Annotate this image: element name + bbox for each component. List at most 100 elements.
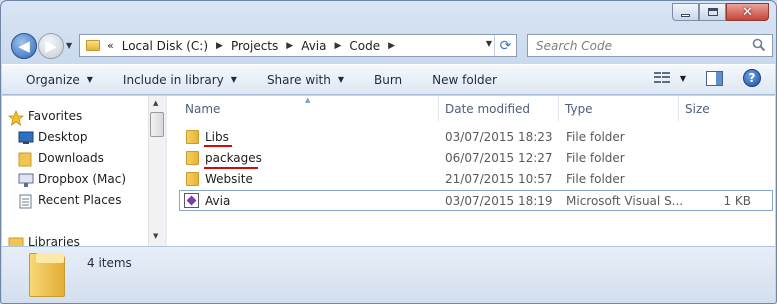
command-bar: Organize ▼ Include in library ▼ Share wi… xyxy=(2,64,775,95)
red-underline-annotation xyxy=(204,145,232,147)
nav-item-desktop[interactable]: Desktop xyxy=(18,130,88,144)
chevron-down-icon: ▼ xyxy=(230,75,237,84)
nav-item-label: Downloads xyxy=(38,151,104,165)
new-folder-label: New folder xyxy=(432,72,497,87)
share-with-button[interactable]: Share with ▼ xyxy=(267,68,344,92)
column-header-name[interactable]: Name xyxy=(167,96,439,121)
help-icon[interactable]: ? xyxy=(743,69,761,87)
refresh-icon: ⟳ xyxy=(499,37,512,54)
change-view-icon[interactable] xyxy=(653,72,670,84)
share-with-label: Share with xyxy=(266,72,331,87)
file-size: 1 KB xyxy=(723,194,751,208)
file-name: Avia xyxy=(205,194,231,208)
file-name: packages xyxy=(205,151,262,165)
breadcrumb-code[interactable]: Code xyxy=(349,39,380,53)
close-icon: ✕ xyxy=(742,4,753,20)
desktop-icon xyxy=(18,131,34,144)
forward-button[interactable]: ▶ xyxy=(38,33,64,59)
explorer-window: ✕ ◀ ▶ ▼ « Local Disk (C:) ▶ Projects ▶ A… xyxy=(0,0,777,304)
minimize-button[interactable] xyxy=(672,3,699,21)
file-name: Website xyxy=(205,172,253,186)
overflow-chevron-icon[interactable]: « xyxy=(107,39,114,52)
preview-pane-icon[interactable] xyxy=(706,70,723,86)
include-in-library-label: Include in library xyxy=(122,72,224,87)
search-box[interactable] xyxy=(527,34,773,57)
organize-button[interactable]: Organize ▼ xyxy=(26,68,93,92)
column-header-label: Name xyxy=(185,101,221,116)
maximize-icon xyxy=(707,8,718,16)
file-row[interactable]: packages 06/07/2015 12:27 File folder xyxy=(179,148,773,169)
nav-item-label: Desktop xyxy=(38,130,88,144)
folder-icon xyxy=(186,172,199,186)
downloads-folder-icon xyxy=(18,152,32,167)
view-options-dropdown[interactable]: ▼ xyxy=(680,74,686,83)
file-row[interactable]: Avia 03/07/2015 18:19 Microsoft Visual S… xyxy=(179,190,773,211)
column-header-label: Size xyxy=(685,101,710,116)
details-pane: 4 items xyxy=(2,246,775,303)
column-header-date-modified[interactable]: Date modified xyxy=(439,96,559,121)
burn-label: Burn xyxy=(374,72,403,87)
breadcrumb-local-disk[interactable]: Local Disk (C:) xyxy=(122,39,208,53)
breadcrumb-separator-icon[interactable]: ▶ xyxy=(216,41,223,51)
chevron-down-icon: ▼ xyxy=(337,75,344,84)
nav-item-label: Dropbox (Mac) xyxy=(38,172,127,186)
scroll-up-icon[interactable]: ▲ xyxy=(153,99,158,107)
maximize-button[interactable] xyxy=(699,3,726,21)
nav-favorites-label: Favorites xyxy=(28,109,83,123)
nav-favorites[interactable]: Favorites xyxy=(8,109,83,126)
breadcrumb-separator-icon[interactable]: ▶ xyxy=(286,41,293,51)
file-type: File folder xyxy=(566,172,625,186)
file-row[interactable]: Website 21/07/2015 10:57 File folder xyxy=(179,169,773,190)
back-button[interactable]: ◀ xyxy=(11,33,37,59)
recent-locations-dropdown[interactable]: ▼ xyxy=(66,41,72,50)
scroll-down-icon[interactable]: ▼ xyxy=(153,232,158,240)
column-header-label: Date modified xyxy=(445,101,531,116)
address-dropdown-icon[interactable]: ▼ xyxy=(486,39,492,48)
file-date-modified: 21/07/2015 10:57 xyxy=(445,172,553,186)
breadcrumb-separator-icon[interactable]: ▶ xyxy=(388,41,395,51)
scroll-thumb[interactable] xyxy=(150,112,164,137)
folder-icon xyxy=(186,130,199,144)
refresh-button[interactable]: ⟳ xyxy=(494,35,516,56)
file-date-modified: 06/07/2015 12:27 xyxy=(445,151,553,165)
nav-item-label: Recent Places xyxy=(38,193,122,207)
nav-libraries[interactable]: Libraries xyxy=(8,235,80,246)
caption-buttons: ✕ xyxy=(672,3,769,21)
search-input[interactable] xyxy=(528,38,743,53)
forward-arrow-icon: ▶ xyxy=(45,37,57,55)
file-type: File folder xyxy=(566,130,625,144)
address-bar[interactable]: « Local Disk (C:) ▶ Projects ▶ Avia ▶ Co… xyxy=(79,34,517,57)
include-in-library-button[interactable]: Include in library ▼ xyxy=(123,68,237,92)
chevron-down-icon: ▼ xyxy=(86,75,93,84)
breadcrumb-projects[interactable]: Projects xyxy=(231,39,278,53)
star-icon xyxy=(8,110,24,126)
burn-button[interactable]: Burn xyxy=(374,68,402,92)
nav-pane-scrollbar[interactable]: ▲ ▼ xyxy=(148,96,165,246)
nav-item-dropbox[interactable]: Dropbox (Mac) xyxy=(18,172,127,187)
column-header-label: Type xyxy=(565,101,593,116)
nav-item-downloads[interactable]: Downloads xyxy=(18,151,104,167)
nav-item-recent-places[interactable]: Recent Places xyxy=(19,193,122,209)
breadcrumb-separator-icon[interactable]: ▶ xyxy=(334,41,341,51)
file-date-modified: 03/07/2015 18:23 xyxy=(445,130,553,144)
breadcrumb-avia[interactable]: Avia xyxy=(301,39,326,53)
file-type: Microsoft Visual S... xyxy=(566,194,684,208)
file-date-modified: 03/07/2015 18:19 xyxy=(445,194,553,208)
file-list: ▲ Name Date modified Type Size Libs 03/0… xyxy=(167,96,775,246)
recent-places-icon xyxy=(19,194,32,209)
file-row[interactable]: Libs 03/07/2015 18:23 File folder xyxy=(179,127,773,148)
folder-icon xyxy=(86,40,100,51)
item-count: 4 items xyxy=(87,256,132,270)
file-name: Libs xyxy=(205,130,229,144)
libraries-icon xyxy=(8,237,24,246)
column-header-size[interactable]: Size xyxy=(679,96,775,121)
new-folder-button[interactable]: New folder xyxy=(432,68,497,92)
column-header-type[interactable]: Type xyxy=(559,96,679,121)
close-button[interactable]: ✕ xyxy=(726,3,769,21)
file-type: File folder xyxy=(566,151,625,165)
visual-studio-solution-icon xyxy=(184,193,199,208)
folder-icon xyxy=(186,151,199,165)
minimize-icon xyxy=(681,13,690,17)
back-arrow-icon: ◀ xyxy=(18,37,30,55)
search-icon[interactable] xyxy=(752,38,766,52)
